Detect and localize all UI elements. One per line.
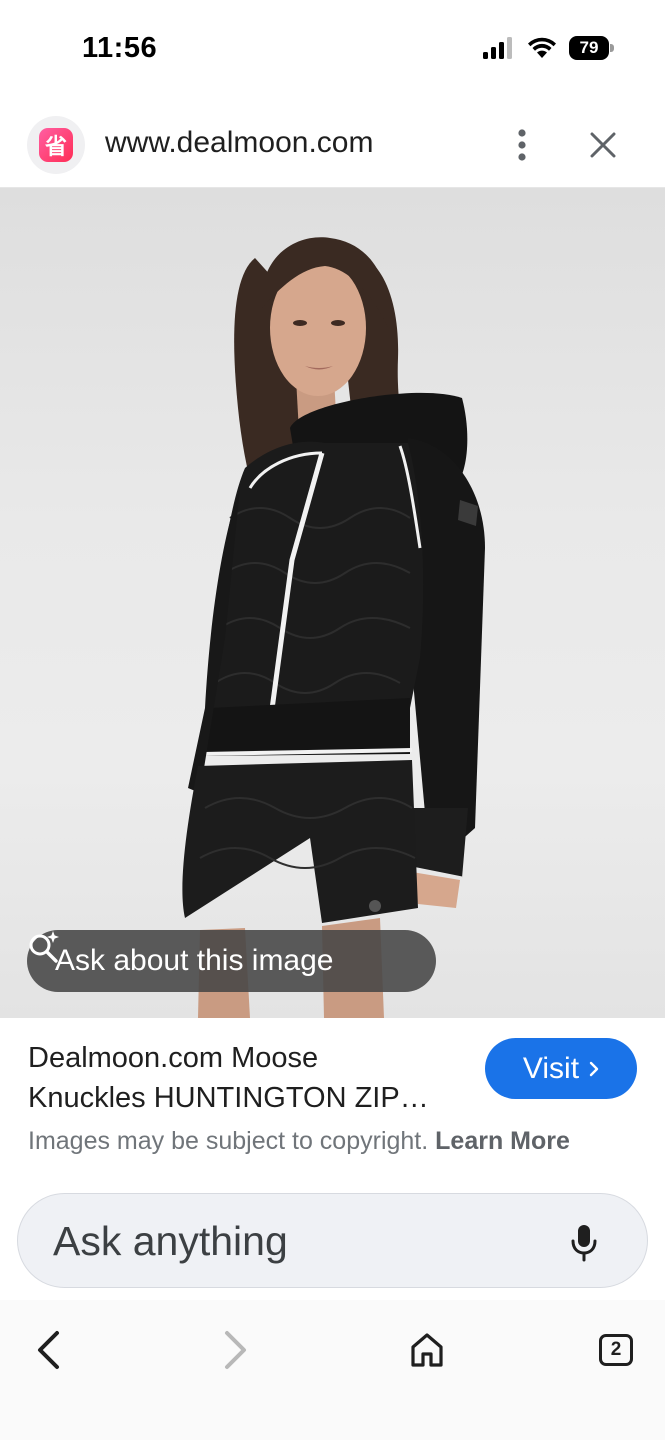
product-image[interactable]: Ask about this image xyxy=(0,188,665,1018)
chevron-right-icon xyxy=(225,1331,246,1369)
learn-more-link[interactable]: Learn More xyxy=(435,1127,570,1155)
forward-button[interactable] xyxy=(206,1320,266,1380)
ask-about-image-label: Ask about this image xyxy=(55,944,334,977)
lens-sparkle-icon xyxy=(29,931,59,963)
close-icon xyxy=(590,132,616,158)
model-illustration xyxy=(182,237,485,1018)
more-options-button[interactable] xyxy=(505,122,539,168)
search-bar[interactable]: Ask anything xyxy=(17,1193,648,1288)
visit-label: Visit xyxy=(522,1051,580,1085)
battery-level: 79 xyxy=(569,36,609,60)
home-button[interactable] xyxy=(397,1320,457,1380)
home-icon xyxy=(411,1333,443,1367)
ask-about-image-button[interactable]: Ask about this image xyxy=(27,930,436,992)
close-button[interactable] xyxy=(580,122,626,168)
visit-button[interactable]: Visit xyxy=(485,1038,637,1099)
url-text[interactable]: www.dealmoon.com xyxy=(105,126,373,160)
status-bar: 11:56 79 xyxy=(0,0,665,100)
voice-search-button[interactable] xyxy=(559,1218,609,1268)
copyright-text: Images may be subject to copyright. xyxy=(28,1127,429,1155)
browser-url-bar: 省 www.dealmoon.com xyxy=(0,100,665,188)
result-title-line1: Dealmoon.com Moose xyxy=(28,1042,319,1074)
site-favicon-icon[interactable]: 省 xyxy=(27,116,85,174)
back-button[interactable] xyxy=(18,1320,78,1380)
wifi-icon xyxy=(528,37,556,58)
tab-count: 2 xyxy=(599,1334,633,1366)
result-title-line2: Knuckles HUNTINGTON ZIP… xyxy=(28,1082,429,1114)
result-title[interactable]: Dealmoon.com Moose Knuckles HUNTINGTON Z… xyxy=(28,1038,468,1118)
tabs-button[interactable]: 2 xyxy=(586,1320,646,1380)
status-icons: 79 xyxy=(483,36,614,60)
copyright-notice: Images may be subject to copyright. Lear… xyxy=(28,1127,570,1156)
status-time: 11:56 xyxy=(82,32,158,64)
battery-icon: 79 xyxy=(569,36,614,60)
microphone-icon xyxy=(571,1225,597,1262)
more-vert-icon xyxy=(518,129,526,161)
chevron-left-icon xyxy=(38,1331,59,1369)
search-input[interactable]: Ask anything xyxy=(53,1218,288,1265)
cellular-signal-icon xyxy=(483,37,512,59)
bottom-navigation: 2 xyxy=(0,1300,665,1440)
chevron-right-icon xyxy=(589,1061,599,1076)
